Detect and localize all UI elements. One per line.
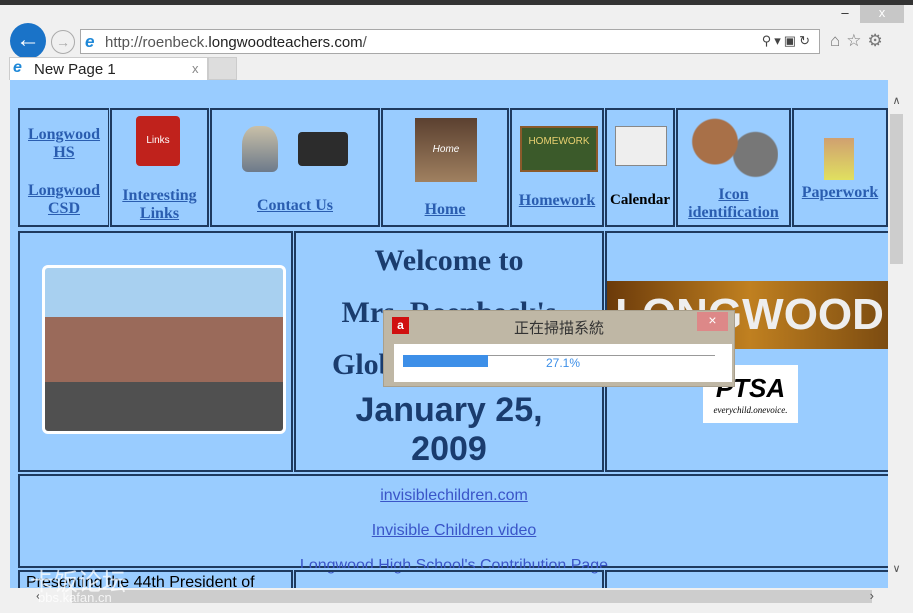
watermark-url: bbs.kafan.cn	[38, 590, 112, 605]
vertical-scrollbar[interactable]: ∧ ∨	[888, 92, 905, 577]
school-building-photo	[42, 265, 286, 434]
homework-sign-image[interactable]: HOMEWORK	[520, 126, 598, 172]
horizontal-scrollbar[interactable]: ‹ ›	[22, 588, 888, 605]
favorites-star-icon[interactable]: ☆	[846, 31, 867, 50]
paperwork-image	[824, 138, 854, 180]
link-longwood-csd[interactable]: Longwood CSD	[28, 182, 100, 217]
refresh-icon[interactable]: ↻	[799, 33, 813, 48]
horizontal-scroll-thumb[interactable]	[72, 590, 872, 603]
nav-cell-icon-identification: Icon identification	[675, 107, 792, 228]
nav-cell-home: Home Home	[380, 107, 510, 228]
tab-title: New Page 1	[34, 61, 116, 78]
welcome-date: January 25, 2009	[355, 391, 543, 468]
gear-icon[interactable]: ⚙	[868, 31, 889, 50]
url-domain: longwoodteachers.com	[208, 34, 363, 51]
scroll-down-icon[interactable]: ∨	[888, 562, 905, 575]
link-interesting-links[interactable]: Interesting Links	[122, 187, 196, 222]
link-invisible-children-video[interactable]: Invisible Children video	[372, 522, 537, 539]
home-icon[interactable]: ⌂	[830, 31, 846, 50]
telephone-image	[298, 132, 348, 166]
row4-cell-2	[293, 569, 605, 588]
home-book-image[interactable]: Home	[415, 118, 477, 182]
nav-cell-longwood: Longwood HS Longwood CSD	[17, 107, 111, 228]
url-suffix: /	[362, 34, 367, 51]
nav-cell-paperwork: Paperwork	[791, 107, 888, 228]
welcome-line1: Welcome to	[374, 244, 524, 277]
ie-icon: e	[85, 32, 95, 51]
tab-new-page-1[interactable]: e New Page 1 x	[9, 57, 208, 80]
row4-cell-3	[604, 569, 888, 588]
nav-cell-links: Links Interesting Links	[109, 107, 210, 228]
link-home[interactable]: Home	[425, 201, 466, 218]
link-invisiblechildren[interactable]: invisiblechildren.com	[380, 487, 528, 504]
back-button[interactable]: ←	[10, 23, 46, 59]
link-icon-identification[interactable]: Icon identification	[688, 186, 779, 221]
nav-cell-homework: HOMEWORK Homework	[509, 107, 605, 228]
antivirus-scan-dialog: a 正在掃描系統 × 27.1%	[383, 310, 735, 387]
address-bar[interactable]: e http://roenbeck.longwoodteachers.com/ …	[80, 29, 820, 54]
nav-cell-contact: Contact Us	[209, 107, 381, 228]
nav-cell-calendar: Calendar	[604, 107, 676, 228]
url-prefix: http://roenbeck.	[105, 34, 209, 51]
scroll-up-icon[interactable]: ∧	[888, 94, 905, 107]
kangaroo-image	[688, 116, 778, 180]
newspaper-image	[615, 126, 667, 166]
dialog-title: 正在掃描系統	[513, 320, 604, 337]
desktop-strip	[0, 0, 913, 5]
dialog-close-button[interactable]: ×	[697, 312, 728, 331]
vertical-scroll-thumb[interactable]	[890, 114, 903, 264]
link-homework[interactable]: Homework	[519, 192, 595, 209]
link-contact-us[interactable]: Contact Us	[257, 197, 333, 214]
search-icon[interactable]: ⚲▾	[762, 33, 784, 48]
school-photo-cell	[17, 230, 294, 473]
tab-close-button[interactable]: x	[192, 61, 199, 76]
links-banner-image[interactable]: Links	[136, 116, 180, 166]
computer-user-image	[242, 126, 278, 172]
progress-text: 27.1%	[545, 356, 581, 370]
compat-icon[interactable]: ▣	[784, 33, 799, 48]
scroll-right-icon[interactable]: ›	[870, 588, 874, 603]
ie-icon: e	[13, 59, 22, 76]
link-paperwork[interactable]: Paperwork	[802, 184, 878, 201]
calendar-label[interactable]: Calendar	[607, 192, 673, 209]
link-longwood-hs[interactable]: Longwood HS	[28, 126, 100, 161]
new-tab-button[interactable]	[208, 57, 237, 80]
maximize-button[interactable]	[832, 5, 862, 23]
links-cell: invisiblechildren.com Invisible Children…	[17, 473, 888, 574]
forward-button[interactable]: →	[51, 30, 75, 54]
close-window-button[interactable]: x	[860, 5, 904, 23]
